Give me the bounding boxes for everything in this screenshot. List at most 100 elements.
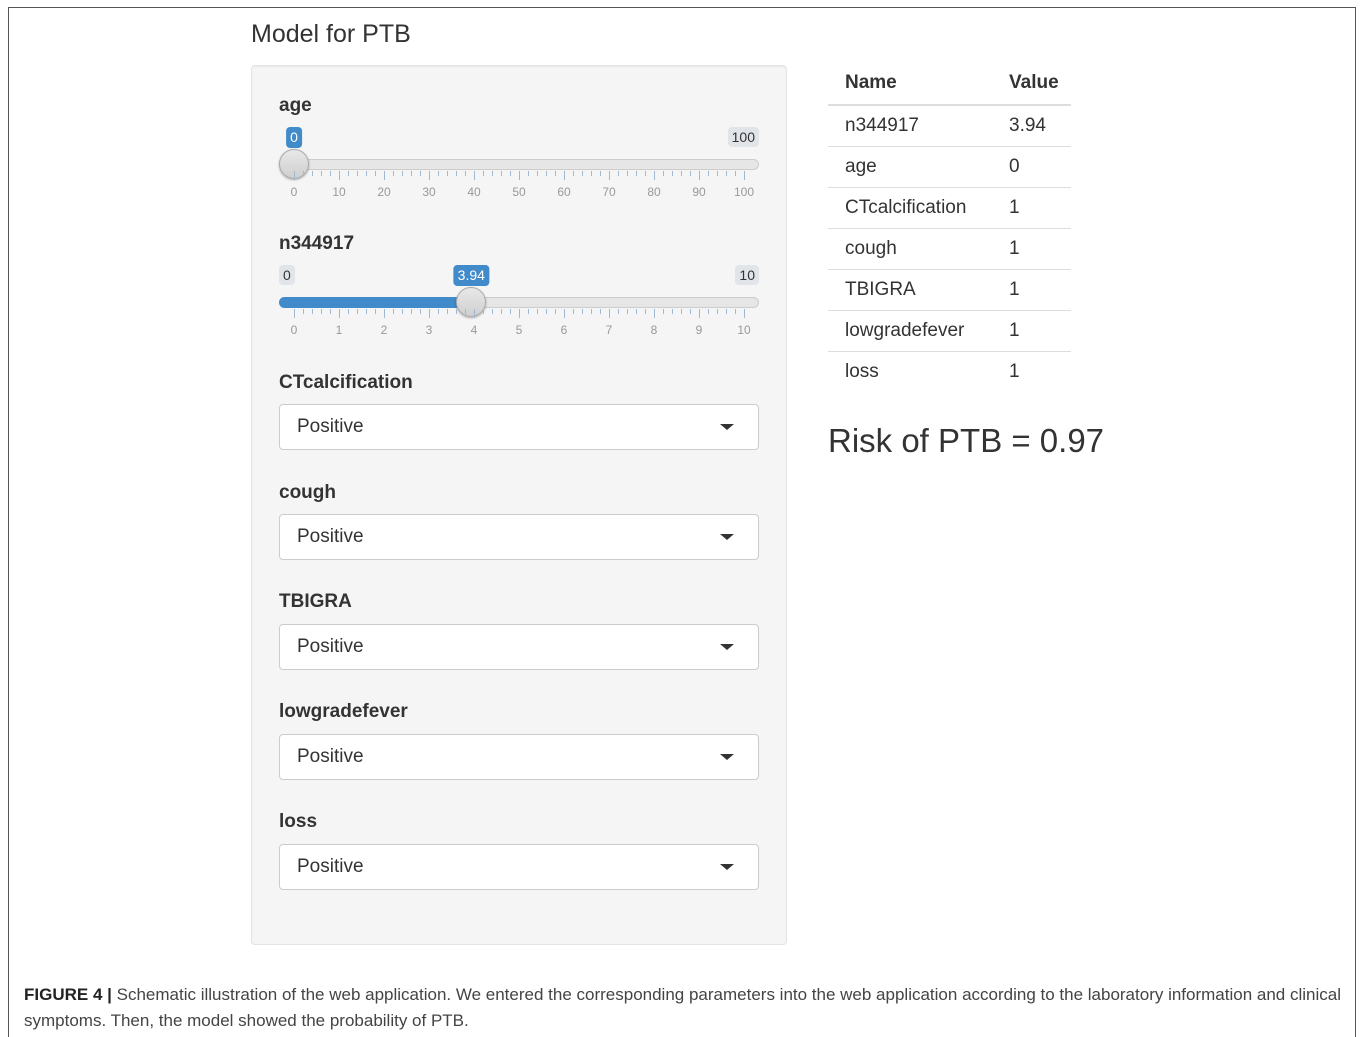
n344917-minor-tick bbox=[681, 309, 682, 314]
ctcalcification-select[interactable]: Positive bbox=[279, 404, 759, 450]
lowgradefever-select[interactable]: Positive bbox=[279, 734, 759, 780]
n344917-minor-tick bbox=[582, 309, 583, 314]
age-tick-label: 40 bbox=[467, 185, 481, 199]
age-minor-tick bbox=[303, 171, 304, 176]
age-minor-tick bbox=[312, 171, 313, 176]
n344917-minor-tick bbox=[303, 309, 304, 314]
age-minor-tick bbox=[681, 171, 682, 176]
age-minor-tick bbox=[348, 171, 349, 176]
age-minor-tick bbox=[735, 171, 736, 176]
n344917-slider[interactable]: 0 10 3.94 0 1 2 3 4 5 6 7 8 9 10 bbox=[279, 265, 759, 355]
n344917-minor-tick bbox=[393, 309, 394, 314]
age-minor-tick bbox=[447, 171, 448, 176]
n344917-minor-tick bbox=[312, 309, 313, 314]
age-minor-tick bbox=[573, 171, 574, 176]
age-minor-tick bbox=[393, 171, 394, 176]
n344917-minor-tick bbox=[465, 309, 466, 314]
n344917-minor-tick bbox=[663, 309, 664, 314]
loss-select[interactable]: Positive bbox=[279, 844, 759, 890]
age-value-bubble: 0 bbox=[286, 127, 302, 148]
age-major-tick bbox=[474, 171, 475, 180]
table-row: age 0 bbox=[828, 146, 1071, 188]
caret-down-icon bbox=[720, 754, 734, 760]
n344917-max-label: 10 bbox=[735, 265, 759, 285]
n344917-minor-tick bbox=[348, 309, 349, 314]
n344917-minor-tick bbox=[483, 309, 484, 314]
age-minor-tick bbox=[672, 171, 673, 176]
age-minor-tick bbox=[438, 171, 439, 176]
n344917-minor-tick bbox=[321, 309, 322, 314]
row-value: 1 bbox=[1009, 361, 1020, 382]
table-row: n344917 3.94 bbox=[828, 105, 1071, 147]
age-tick-label: 20 bbox=[377, 185, 391, 199]
age-minor-tick bbox=[636, 171, 637, 176]
n344917-major-tick bbox=[699, 309, 700, 318]
row-name: loss bbox=[845, 361, 879, 382]
table-row: CTcalcification 1 bbox=[828, 187, 1071, 229]
lowgradefever-label: lowgradefever bbox=[279, 701, 408, 722]
age-tick-label: 60 bbox=[557, 185, 571, 199]
age-major-tick bbox=[744, 171, 745, 180]
age-minor-tick bbox=[645, 171, 646, 176]
age-tick-label: 100 bbox=[733, 185, 755, 199]
age-minor-tick bbox=[708, 171, 709, 176]
n344917-major-tick bbox=[339, 309, 340, 318]
n344917-minor-tick bbox=[708, 309, 709, 314]
n344917-tick-label: 7 bbox=[605, 323, 613, 337]
age-tick-label: 70 bbox=[602, 185, 616, 199]
age-major-tick bbox=[384, 171, 385, 180]
n344917-tick-label: 1 bbox=[335, 323, 343, 337]
n344917-minor-tick bbox=[366, 309, 367, 314]
n344917-major-tick bbox=[519, 309, 520, 318]
age-tick-label: 10 bbox=[332, 185, 346, 199]
age-minor-tick bbox=[600, 171, 601, 176]
tbigra-select[interactable]: Positive bbox=[279, 624, 759, 670]
age-major-tick bbox=[699, 171, 700, 180]
age-tick-label: 0 bbox=[290, 185, 298, 199]
tbigra-value: Positive bbox=[297, 636, 364, 657]
row-value: 1 bbox=[992, 228, 1071, 270]
ctcalcification-label: CTcalcification bbox=[279, 372, 413, 393]
n344917-minor-tick bbox=[618, 309, 619, 314]
n344917-minor-tick bbox=[537, 309, 538, 314]
table-row: lowgradefever 1 bbox=[828, 310, 1071, 352]
n344917-major-tick bbox=[744, 309, 745, 318]
age-minor-tick bbox=[582, 171, 583, 176]
age-minor-tick bbox=[357, 171, 358, 176]
row-value: 3.94 bbox=[992, 105, 1071, 147]
caret-down-icon bbox=[720, 644, 734, 650]
n344917-minor-tick bbox=[546, 309, 547, 314]
n344917-tick-label: 2 bbox=[380, 323, 388, 337]
age-slider-track[interactable] bbox=[279, 159, 759, 170]
n344917-minor-tick bbox=[573, 309, 574, 314]
age-minor-tick bbox=[717, 171, 718, 176]
age-slider[interactable]: 0 100 0 0 10 20 30 40 50 60 70 80 90 100 bbox=[279, 127, 759, 217]
age-minor-tick bbox=[330, 171, 331, 176]
n344917-minor-tick bbox=[456, 309, 457, 314]
n344917-minor-tick bbox=[375, 309, 376, 314]
n344917-minor-tick bbox=[645, 309, 646, 314]
n344917-minor-tick bbox=[510, 309, 511, 314]
cough-select[interactable]: Positive bbox=[279, 514, 759, 560]
n344917-minor-tick bbox=[672, 309, 673, 314]
caret-down-icon bbox=[720, 424, 734, 430]
ctcalcification-value: Positive bbox=[297, 416, 364, 437]
n344917-minor-tick bbox=[438, 309, 439, 314]
age-major-tick bbox=[564, 171, 565, 180]
n344917-minor-tick bbox=[411, 309, 412, 314]
n344917-minor-tick bbox=[726, 309, 727, 314]
n344917-minor-tick bbox=[600, 309, 601, 314]
n344917-minor-tick bbox=[420, 309, 421, 314]
table-row: cough 1 bbox=[828, 228, 1071, 270]
caret-down-icon bbox=[720, 534, 734, 540]
age-major-tick bbox=[519, 171, 520, 180]
loss-label: loss bbox=[279, 811, 318, 832]
values-table: Name Value n344917 3.94 age 0 CTcalcificat… bbox=[828, 62, 1071, 392]
age-major-tick bbox=[609, 171, 610, 180]
n344917-major-tick bbox=[294, 309, 295, 318]
n344917-major-tick bbox=[384, 309, 385, 318]
n344917-minor-tick bbox=[735, 309, 736, 314]
figure-caption: FIGURE 4 | Schematic illustration of the… bbox=[24, 982, 1342, 1034]
n344917-major-tick bbox=[474, 309, 475, 318]
age-minor-tick bbox=[528, 171, 529, 176]
